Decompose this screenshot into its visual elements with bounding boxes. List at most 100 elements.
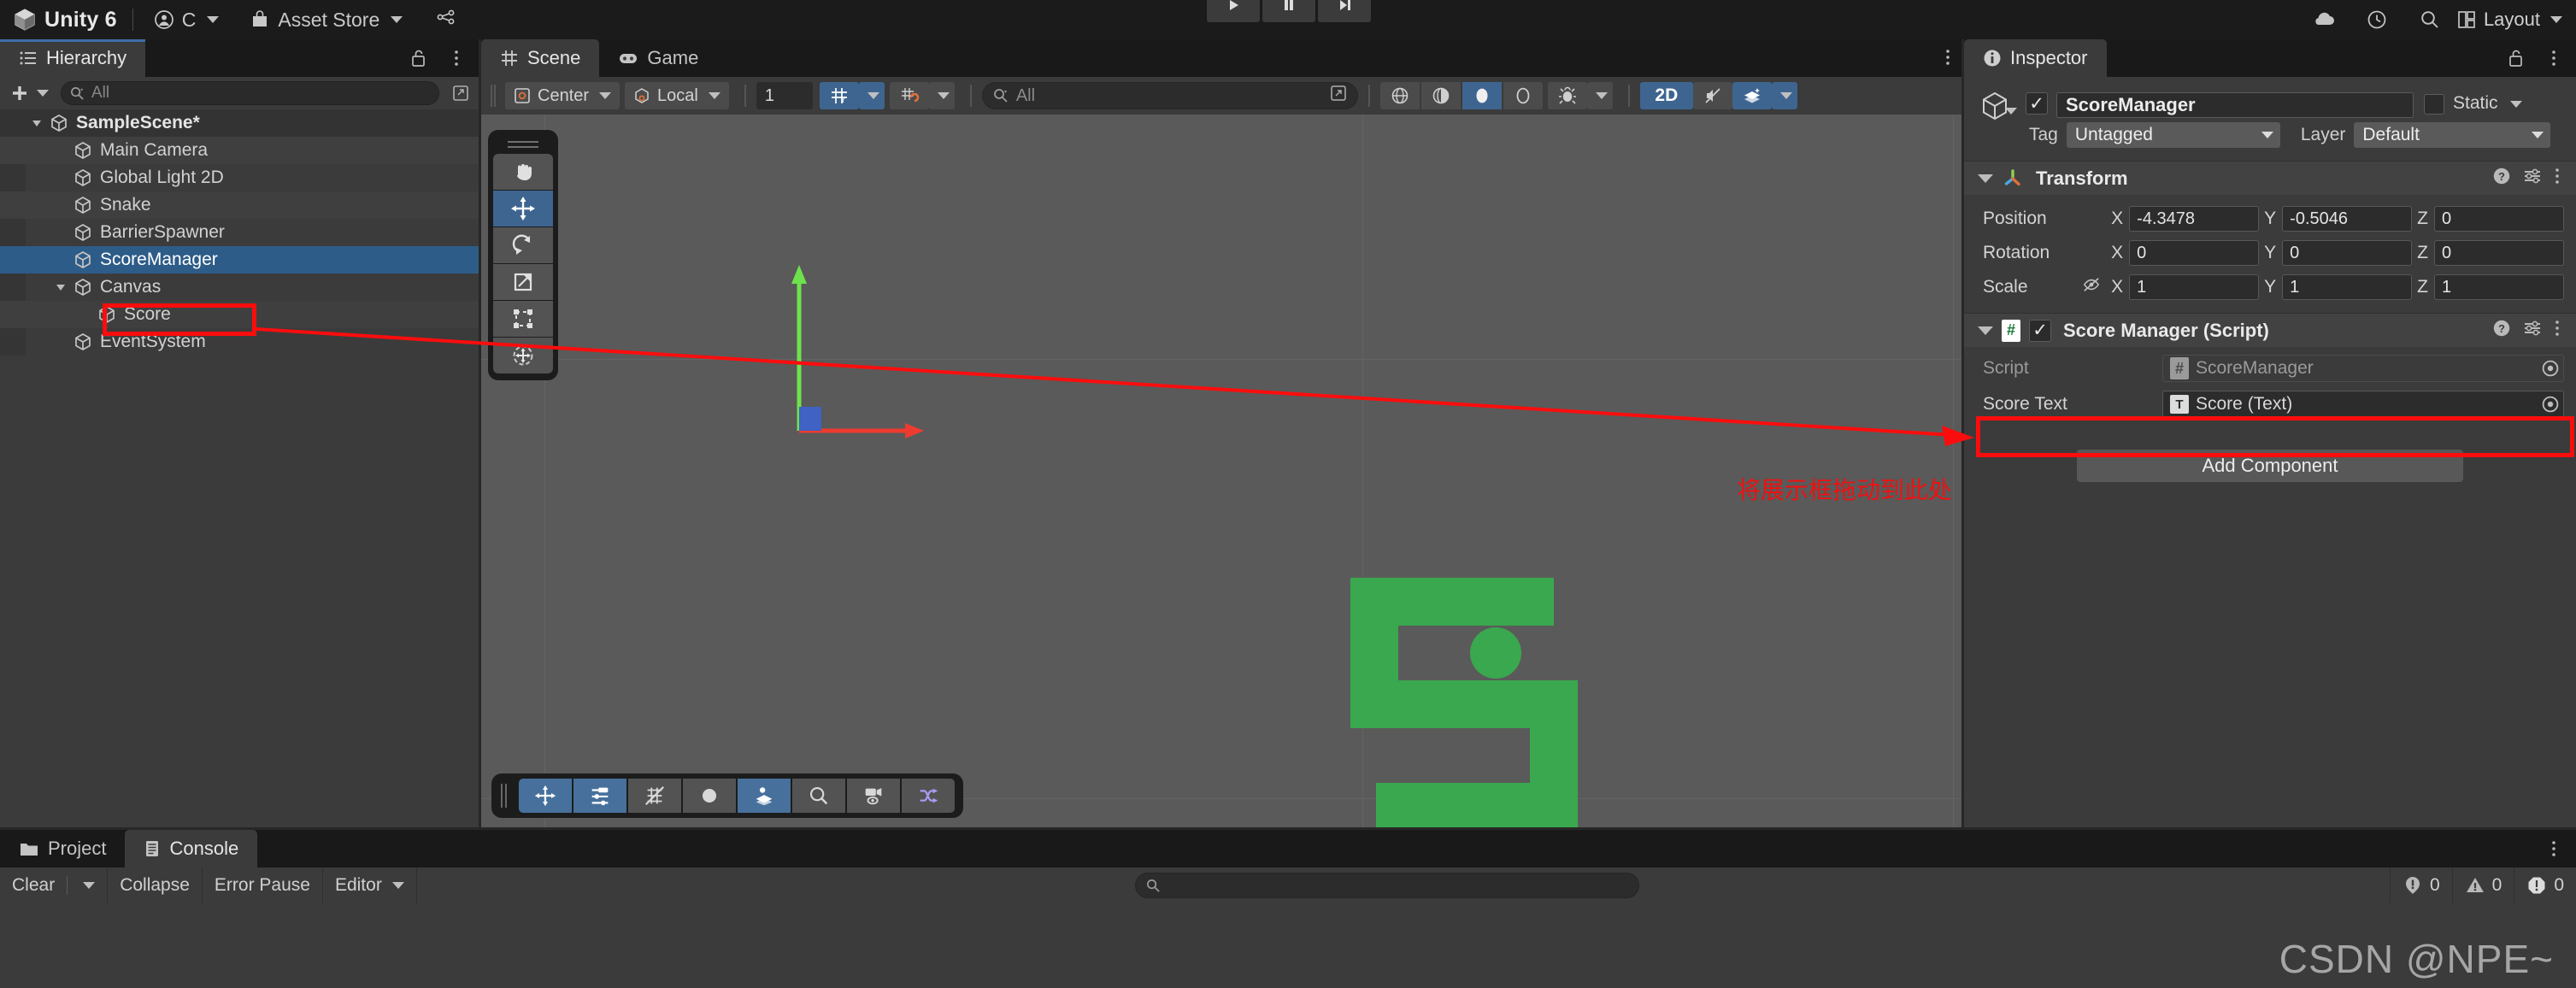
layer-dropdown[interactable]: Default — [2354, 122, 2551, 148]
gizmos-dropdown[interactable] — [1586, 82, 1613, 109]
splitter-bottom[interactable] — [0, 827, 2576, 830]
clear-button[interactable]: Clear — [0, 867, 109, 903]
hierarchy-search-input[interactable]: All — [61, 81, 439, 105]
asset-store-menu[interactable]: Asset Store — [244, 9, 408, 32]
version-control-icon[interactable] — [428, 9, 462, 31]
tab-hierarchy[interactable]: Hierarchy — [0, 39, 146, 77]
preset-icon[interactable] — [2523, 319, 2542, 342]
search-expand-icon[interactable] — [1330, 85, 1347, 107]
warning-count[interactable]: 0 — [2451, 867, 2514, 903]
shortcuts-toggle[interactable] — [902, 779, 955, 813]
foldout-toggle[interactable] — [26, 116, 48, 130]
console-search-input[interactable] — [1134, 873, 1639, 898]
rotation-x-input[interactable]: 0 — [2129, 240, 2260, 266]
search-icon[interactable] — [2403, 0, 2456, 39]
tag-dropdown[interactable]: Untagged — [2066, 122, 2280, 148]
help-icon[interactable]: ? — [2492, 167, 2511, 190]
hierarchy-lock-icon[interactable] — [410, 49, 427, 72]
overlay-grip[interactable] — [493, 135, 553, 154]
tab-project[interactable]: Project — [0, 830, 125, 867]
console-log-area[interactable]: CSDN @NPE~ — [0, 903, 2576, 988]
move-gizmo-toggle[interactable] — [519, 779, 572, 813]
hierarchy-item[interactable]: BarrierSpawner — [0, 219, 479, 246]
scale-z-input[interactable]: 1 — [2434, 274, 2564, 300]
foldout-icon[interactable] — [1978, 173, 1993, 183]
help-icon[interactable]: ? — [2492, 319, 2511, 342]
pause-button[interactable] — [1262, 0, 1315, 22]
foldout-icon[interactable] — [54, 280, 68, 294]
tab-inspector[interactable]: Inspector — [1964, 39, 2107, 77]
rect-tool[interactable] — [493, 301, 553, 337]
grid-size-input[interactable]: 1 — [756, 82, 813, 109]
scene-material-toggle[interactable] — [683, 779, 736, 813]
toggle-2d-button[interactable]: 2D — [1639, 82, 1693, 109]
hierarchy-item[interactable]: Global Light 2D — [0, 164, 479, 191]
hierarchy-add-button[interactable] — [7, 84, 52, 103]
hand-tool[interactable] — [493, 154, 553, 190]
scene-fx-dropdown[interactable] — [1771, 82, 1797, 109]
object-name-input[interactable]: ScoreManager — [2056, 92, 2414, 118]
snap-icon[interactable] — [889, 82, 929, 109]
audio-toggle-icon[interactable] — [1692, 82, 1732, 109]
object-picker-icon[interactable] — [2541, 359, 2560, 378]
scene-menu-icon[interactable] — [1944, 48, 1951, 71]
grid-axis-icon[interactable]: Y — [819, 82, 859, 109]
scale-x-input[interactable]: 1 — [2129, 274, 2260, 300]
transform-tool[interactable] — [493, 338, 553, 373]
error-count[interactable]: 0 — [2514, 867, 2576, 903]
hierarchy-item[interactable]: Main Camera — [0, 137, 479, 164]
position-z-input[interactable]: 0 — [2434, 206, 2564, 232]
step-button[interactable] — [1318, 0, 1371, 22]
editor-dropdown[interactable]: Editor — [323, 867, 417, 903]
scene-search-input[interactable]: All — [981, 82, 1358, 109]
account-menu[interactable]: C — [149, 9, 225, 32]
transform-component-header[interactable]: Transform ? — [1964, 161, 2576, 195]
rotate-tool[interactable] — [493, 227, 553, 263]
object-reference-field[interactable]: # ScoreManager — [2162, 355, 2564, 382]
foldout-toggle[interactable] — [50, 280, 72, 294]
layout-menu[interactable]: Layout — [2456, 9, 2571, 31]
play-button[interactable] — [1207, 0, 1260, 22]
object-enabled-checkbox[interactable] — [2026, 92, 2048, 115]
hierarchy-menu-icon[interactable] — [453, 49, 460, 72]
toolbar-grip[interactable] — [490, 85, 497, 107]
tab-game[interactable]: Game — [599, 39, 717, 77]
error-pause-button[interactable]: Error Pause — [203, 867, 323, 903]
snap-dropdown[interactable] — [928, 82, 955, 109]
preset-icon[interactable] — [2523, 167, 2542, 190]
scene-fx-icon[interactable] — [1732, 82, 1772, 109]
shaded-half-icon[interactable] — [1420, 82, 1461, 109]
rotation-y-input[interactable]: 0 — [2282, 240, 2413, 266]
grid-axis-dropdown[interactable] — [858, 82, 885, 109]
splitter-hierarchy-scene[interactable] — [479, 39, 481, 830]
collapse-button[interactable]: Collapse — [108, 867, 203, 903]
object-picker-icon[interactable] — [2541, 395, 2560, 414]
hierarchy-expand-icon[interactable] — [450, 82, 472, 104]
inspector-menu-icon[interactable] — [2550, 49, 2557, 72]
splitter-scene-inspector[interactable] — [1961, 39, 1964, 830]
scale-tool[interactable] — [493, 264, 553, 300]
hierarchy-item[interactable]: Canvas — [0, 273, 479, 301]
hierarchy-item-selected[interactable]: ScoreManager — [0, 246, 479, 273]
position-x-input[interactable]: -4.3478 — [2129, 206, 2260, 232]
history-icon[interactable] — [2350, 0, 2403, 39]
inspector-lock-icon[interactable] — [2508, 49, 2525, 72]
rotation-z-input[interactable]: 0 — [2434, 240, 2564, 266]
component-menu-icon[interactable] — [2554, 167, 2561, 190]
handle-space-button[interactable]: Local — [625, 82, 729, 109]
log-count[interactable]: 0 — [2389, 867, 2452, 903]
grid-visibility-toggle[interactable] — [628, 779, 681, 813]
scene-camera-toggle[interactable] — [847, 779, 900, 813]
position-y-input[interactable]: -0.5046 — [2282, 206, 2413, 232]
hierarchy-item[interactable]: Snake — [0, 191, 479, 219]
tab-console[interactable]: Console — [125, 830, 258, 867]
zoom-tool[interactable] — [792, 779, 845, 813]
static-checkbox[interactable] — [2424, 94, 2444, 115]
cloud-icon[interactable] — [2297, 0, 2350, 39]
pivot-mode-button[interactable]: Center — [505, 82, 620, 109]
overlay-grip[interactable] — [500, 784, 509, 808]
foldout-icon[interactable] — [30, 116, 44, 130]
static-dropdown-icon[interactable] — [2509, 101, 2522, 108]
tab-scene[interactable]: Scene — [481, 39, 600, 77]
move-gizmo[interactable] — [763, 260, 934, 448]
